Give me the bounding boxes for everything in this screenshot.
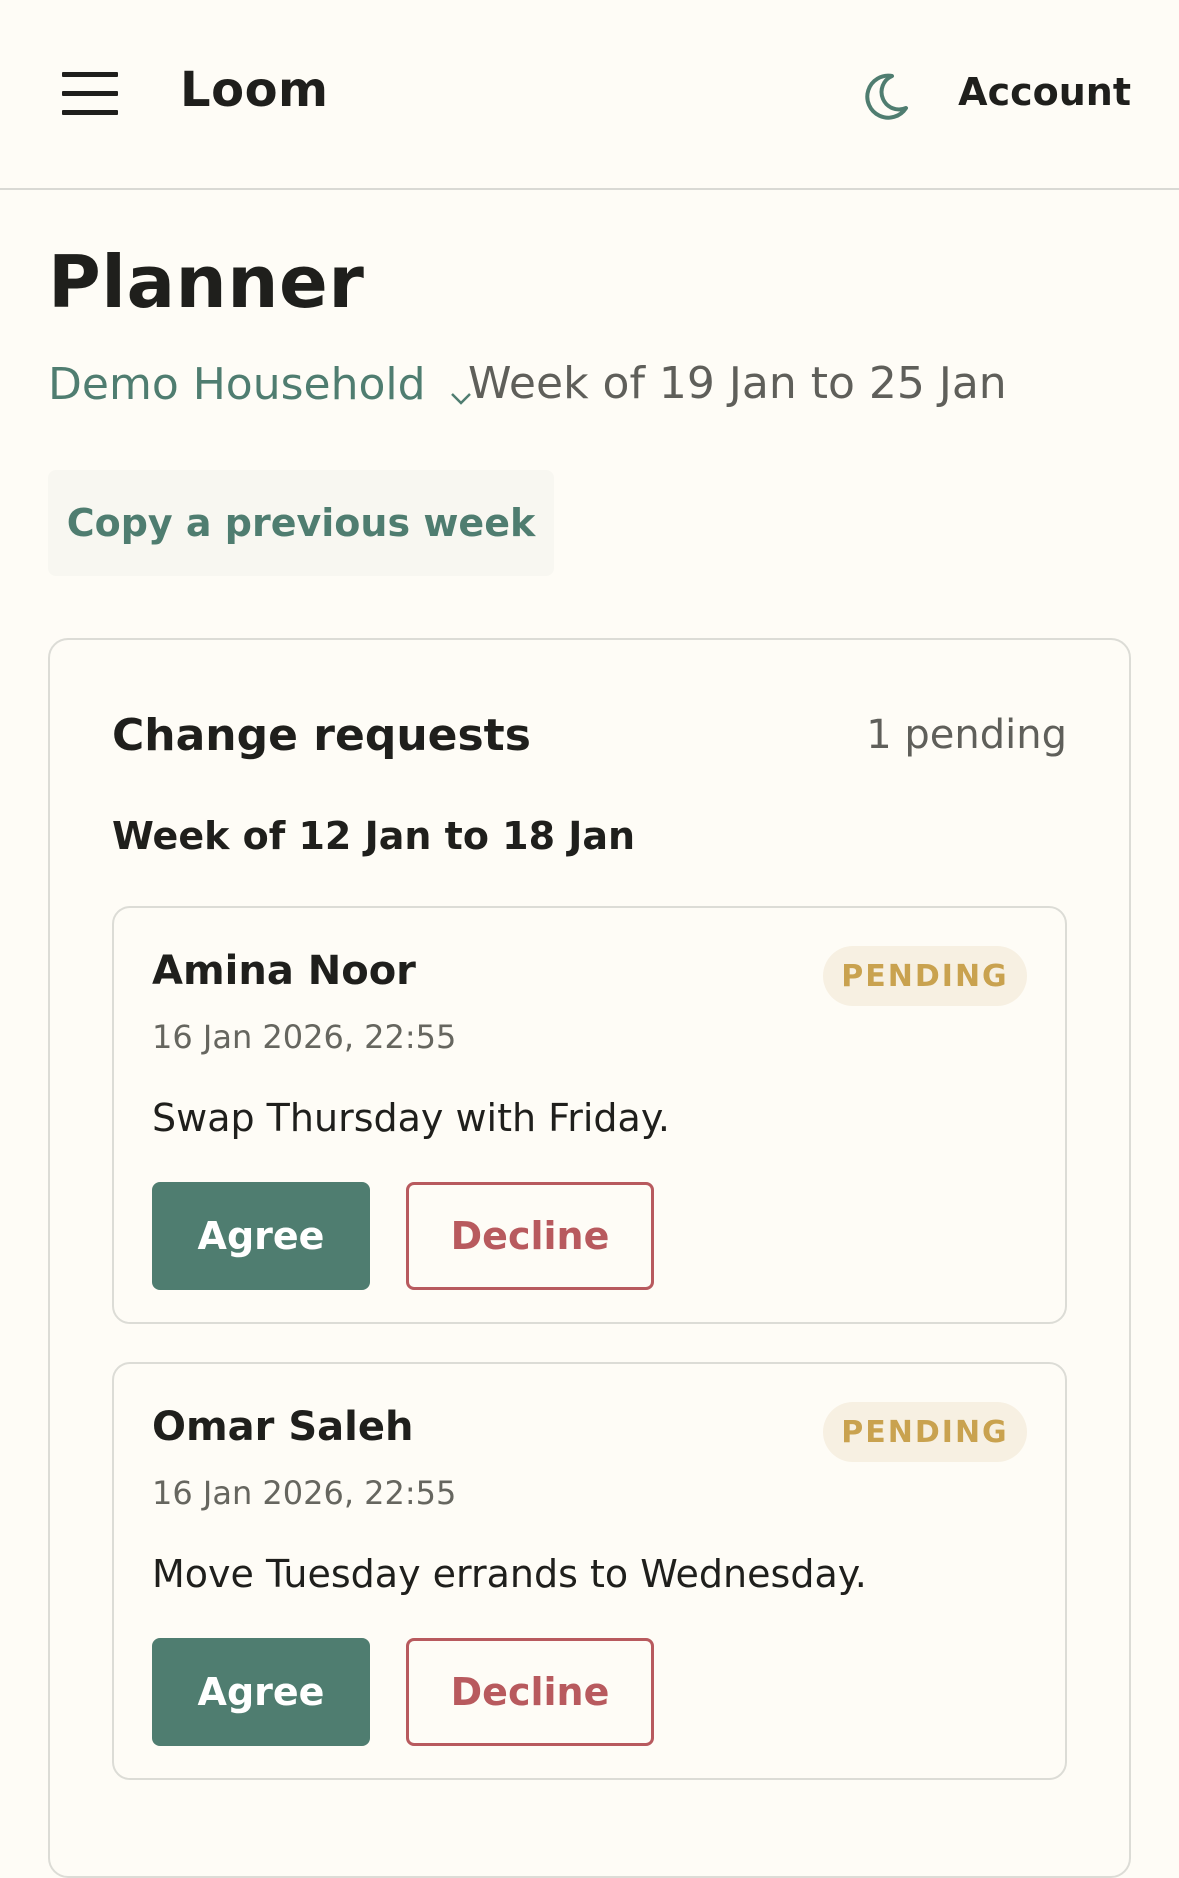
request-timestamp: 16 Jan 2026, 22:55	[152, 1474, 457, 1512]
status-badge: PENDING	[823, 946, 1027, 1006]
request-group-heading: Week of 12 Jan to 18 Jan	[112, 814, 636, 858]
request-message: Move Tuesday errands to Wednesday.	[152, 1552, 867, 1596]
request-timestamp: 16 Jan 2026, 22:55	[152, 1018, 457, 1056]
household-selector[interactable]: Demo Household	[48, 358, 474, 410]
household-name: Demo Household	[48, 358, 426, 410]
pending-count: 1 pending	[866, 712, 1067, 758]
copy-previous-week-button[interactable]: Copy a previous week	[48, 470, 554, 576]
request-item: Amina Noor PENDING 16 Jan 2026, 22:55 Sw…	[112, 906, 1067, 1324]
agree-button[interactable]: Agree	[152, 1638, 370, 1746]
app-brand[interactable]: Loom	[180, 62, 329, 118]
status-badge: PENDING	[823, 1402, 1027, 1462]
moon-icon[interactable]	[862, 70, 912, 122]
top-bar: Loom Account	[0, 0, 1179, 190]
change-requests-card: Change requests 1 pending Week of 12 Jan…	[48, 638, 1131, 1878]
request-item: Omar Saleh PENDING 16 Jan 2026, 22:55 Mo…	[112, 1362, 1067, 1780]
change-requests-title: Change requests	[112, 710, 531, 761]
account-link[interactable]: Account	[958, 70, 1131, 114]
request-message: Swap Thursday with Friday.	[152, 1096, 670, 1140]
hamburger-menu-icon[interactable]	[62, 72, 118, 116]
decline-button[interactable]: Decline	[406, 1638, 654, 1746]
requester-name: Omar Saleh	[152, 1404, 414, 1450]
week-range-label: Week of 19 Jan to 25 Jan	[468, 358, 1007, 409]
requester-name: Amina Noor	[152, 948, 416, 994]
decline-button[interactable]: Decline	[406, 1182, 654, 1290]
agree-button[interactable]: Agree	[152, 1182, 370, 1290]
page-title: Planner	[48, 240, 365, 324]
